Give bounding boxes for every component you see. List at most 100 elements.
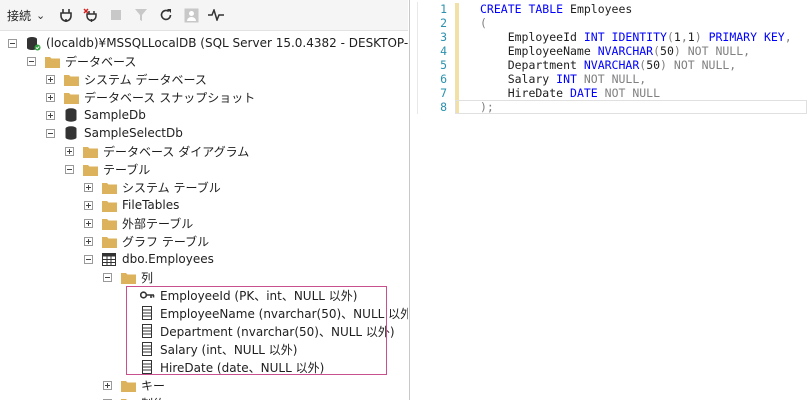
collapse-toggle[interactable] [84,254,93,264]
object-explorer: 接続 ⌄ (localdb)¥MSSQLLocalDB (SQL Server … [0,0,408,400]
folder-icon [101,197,117,213]
tree-node-system-tables[interactable]: システム テーブル [84,178,221,196]
object-explorer-toolbar: 接続 ⌄ [0,0,408,31]
pulse-icon[interactable] [205,4,227,26]
server-label: (localdb)¥MSSQLLocalDB (SQL Server 15.0.… [46,36,408,50]
tree-node-sampleselectdb[interactable]: SampleSelectDb [46,124,183,142]
line-number: 6 [440,72,447,86]
code-token: ( [666,30,674,44]
db-diagrams-label: データベース ダイアグラム [103,144,250,159]
current-line-highlight [455,100,807,114]
chevron-down-icon[interactable]: ⌄ [36,9,45,22]
collapse-toggle[interactable] [27,56,36,66]
constraints-label: 制約 [141,395,165,400]
code-line[interactable]: Salary INT NOT NULL, [480,72,647,86]
code-token: HireDate [480,86,571,100]
stop-icon[interactable] [105,4,127,26]
keys-label: キー [141,378,166,393]
code-token: Salary [480,72,557,86]
folder-icon [63,89,79,105]
tree-node-system-databases[interactable]: システム データベース [46,70,207,88]
folder-icon [44,53,60,69]
expand-toggle[interactable] [65,146,74,156]
code-token: EmployeeName [480,44,598,58]
tree-node-databases[interactable]: データベース [27,52,136,70]
expand-toggle[interactable] [84,182,93,192]
tree-node-external-tables[interactable]: 外部テーブル [84,214,193,232]
code-line[interactable]: EmployeeId INT IDENTITY(1,1) PRIMARY KEY… [480,30,792,44]
line-number: 2 [440,16,447,30]
tables-label: テーブル [103,162,151,177]
line-number: 7 [440,86,447,100]
filter-icon[interactable] [130,4,152,26]
connect-icon[interactable] [55,4,77,26]
columns-label: 列 [141,270,154,285]
tree-node-snapshots[interactable]: データベース スナップショット [46,88,255,106]
folder-icon [120,377,136,393]
disconnect-icon[interactable] [80,4,102,26]
tree-node-server[interactable]: (localdb)¥MSSQLLocalDB (SQL Server 15.0.… [8,34,408,52]
code-token: INT IDENTITY [583,30,667,44]
line-number: 5 [440,58,447,72]
file-tables-label: FileTables [122,198,180,212]
sampledb-label: SampleDb [84,108,146,122]
tree-node-constraints[interactable]: 制約 [103,394,165,400]
folder-icon [82,161,98,177]
code-token: NOT NULL [597,86,661,100]
code-line[interactable]: HireDate DATE NOT NULL [480,86,660,100]
code-token: NVARCHAR [583,58,640,72]
expand-toggle[interactable] [46,92,55,102]
expand-toggle[interactable] [46,74,55,84]
collapse-toggle[interactable] [8,38,17,48]
tree-node-employees[interactable]: dbo.Employees [84,250,214,268]
expand-toggle[interactable] [46,110,55,120]
code-token: Employees [563,2,633,16]
tree-node-columns[interactable]: 列 [103,268,153,286]
tree-node-tables[interactable]: テーブル [65,160,150,178]
code-token: EmployeeId [480,30,584,44]
external-tables-label: 外部テーブル [122,216,194,231]
databases-label: データベース [65,54,137,69]
code-token: NOT NULL [680,44,744,58]
code-token: , [784,30,792,44]
collapse-toggle[interactable] [65,164,74,174]
code-line[interactable]: ( [480,16,487,30]
code-line[interactable]: EmployeeName NVARCHAR(50) NOT NULL, [480,44,750,58]
code-line[interactable]: ); [480,100,494,114]
code-token: ) [694,30,702,44]
code-line[interactable]: CREATE TABLE Employees [480,2,632,16]
code-token: NOT NULL [576,72,640,86]
expand-toggle[interactable] [84,200,93,210]
tree-node-file-tables[interactable]: FileTables [84,196,179,214]
tree-node-sampledb[interactable]: SampleDb [46,106,146,124]
query-editor[interactable]: 12345678 CREATE TABLE Employees( Employe… [410,0,810,400]
expand-toggle[interactable] [84,236,93,246]
code-line[interactable]: Department NVARCHAR(50) NOT NULL, [480,58,737,72]
line-number: 1 [440,2,447,16]
code-token: CREATE TABLE [480,2,564,16]
code-token: ( [653,44,661,58]
connect-button[interactable]: 接続 [7,7,31,24]
line-number: 3 [440,30,447,44]
folder-icon [63,71,79,87]
tree-node-keys[interactable]: キー [103,376,165,394]
snapshots-label: データベース スナップショット [84,90,256,105]
folder-icon [120,269,136,285]
collapse-toggle[interactable] [103,272,112,282]
database-icon [63,125,79,141]
refresh-icon[interactable] [155,4,177,26]
code-token: DATE [570,86,598,100]
code-token: 50 [660,44,674,58]
expand-toggle[interactable] [84,218,93,228]
sampleselectdb-label: SampleSelectDb [84,126,183,140]
code-token: , [680,30,688,44]
activity-monitor-icon[interactable] [180,4,202,26]
tree-node-graph-tables[interactable]: グラフ テーブル [84,232,209,250]
collapse-toggle[interactable] [46,128,55,138]
tree-node-db-diagrams[interactable]: データベース ダイアグラム [65,142,249,160]
code-token: Department [480,58,584,72]
folder-icon [101,233,117,249]
expand-toggle[interactable] [103,380,112,390]
graph-tables-label: グラフ テーブル [122,234,210,249]
code-token: ( [480,16,487,30]
